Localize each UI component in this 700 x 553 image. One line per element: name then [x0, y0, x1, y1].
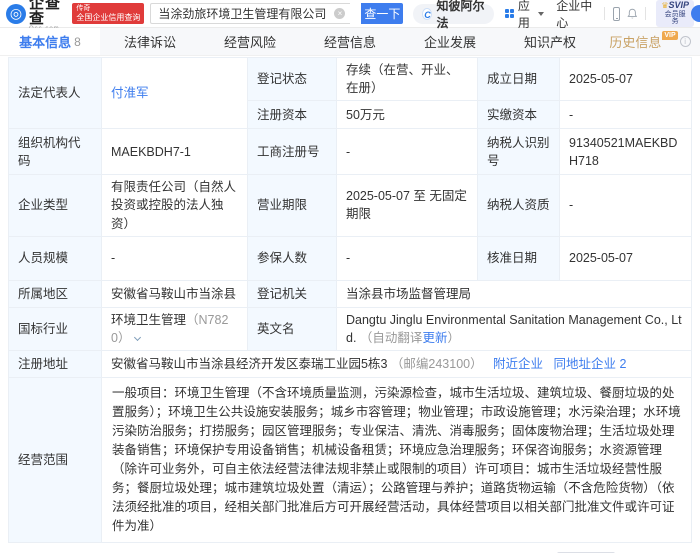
zhibi-alpha-button[interactable]: C 知彼阿尔法	[413, 0, 494, 30]
tab-legal-litigation[interactable]: 法律诉讼	[100, 28, 200, 55]
field-label-org-code: 组织机构代码	[8, 128, 102, 176]
field-value-industry: 环境卫生管理（N7820）	[101, 306, 248, 351]
field-label-biz-reg-no: 工商注册号	[247, 128, 337, 176]
slogan-badge: 传奇 全国企业信用查询	[72, 2, 145, 25]
field-value-biz-reg-no: -	[336, 128, 478, 176]
divider	[645, 7, 647, 20]
search-bar: × 查一下	[150, 3, 404, 24]
field-label-legal-rep: 法定代表人	[8, 56, 102, 130]
company-info-table: 法定代表人 付淮军 登记状态 存续（在营、开业、在册） 成立日期 2025-05…	[8, 56, 692, 543]
translate-update-link[interactable]: 更新	[422, 331, 447, 345]
shareholders-section-header: 股东信息 1 i x 导出 ◎ 企查查	[0, 543, 700, 553]
field-label-taxpayer-id: 纳税人识别号	[477, 128, 560, 176]
field-value-reg-status: 存续（在营、开业、在册）	[336, 56, 478, 102]
vip-badge: VIP	[662, 31, 678, 40]
tab-label: 经营风险	[223, 35, 276, 50]
chevron-down-icon[interactable]	[134, 333, 142, 341]
field-value-insured-count: -	[336, 235, 478, 281]
tab-history-info[interactable]: 历史信息 VIP i	[600, 28, 700, 55]
field-value-region: 安徽省马鞍山市当涂县	[101, 279, 248, 308]
field-label-reg-capital: 注册资本	[247, 100, 337, 130]
tab-intellectual-property[interactable]: 知识产权	[500, 28, 600, 55]
zhibi-alpha-label: 知彼阿尔法	[436, 0, 485, 30]
legal-rep-link[interactable]: 付淮军	[111, 86, 149, 100]
en-name-note: （自动翻译	[359, 330, 423, 345]
nearby-companies-link[interactable]: 附近企业	[493, 357, 543, 371]
field-label-region: 所属地区	[8, 279, 102, 308]
field-value-address: 安徽省马鞍山市当涂县经济开发区泰瑞工业园5栋3 （邮编243100） 附近企业 …	[101, 349, 692, 378]
qcc-logo-icon[interactable]: ◎	[6, 3, 26, 24]
field-label-taxpayer-qual: 纳税人资质	[477, 174, 560, 237]
search-button[interactable]: 查一下	[361, 3, 404, 24]
tab-count: 8	[74, 34, 81, 49]
tab-basic-info[interactable]: 基本信息 8	[0, 28, 100, 55]
field-label-company-type: 企业类型	[8, 174, 102, 237]
chevron-down-icon	[538, 11, 545, 16]
field-value-en-name: Dangtu Jinglu Environmental Sanitation M…	[336, 306, 692, 351]
tab-label: 法律诉讼	[123, 35, 176, 50]
field-value-taxpayer-id: 91340521MAEKBDH718	[559, 128, 692, 176]
tab-label: 知识产权	[523, 35, 576, 50]
field-label-en-name: 英文名	[247, 306, 337, 351]
info-icon[interactable]: i	[679, 36, 691, 47]
address-text: 安徽省马鞍山市当涂县经济开发区泰瑞工业园5栋3	[111, 356, 388, 371]
field-label-paid-capital: 实缴资本	[477, 100, 560, 130]
field-label-estab-date: 成立日期	[477, 56, 560, 102]
field-value-company-type: 有限责任公司（自然人投资或控股的法人独资）	[101, 174, 248, 237]
svip-label: SVIP	[668, 0, 689, 10]
field-label-scope: 经营范围	[8, 376, 102, 543]
tab-operation-risk[interactable]: 经营风险	[200, 28, 300, 55]
apps-menu[interactable]: 应用	[504, 0, 545, 31]
field-label-reg-authority: 登记机关	[247, 279, 337, 308]
slogan-line2: 全国企业信用查询	[76, 12, 141, 22]
industry-name: 环境卫生管理	[111, 312, 187, 327]
tab-label: 历史信息	[609, 35, 662, 50]
qcc-logo[interactable]: 企查查 Qcc.com	[29, 0, 68, 32]
tab-label: 企业发展	[423, 35, 476, 50]
search-input[interactable]	[150, 3, 351, 24]
field-value-legal-rep: 付淮军	[101, 56, 248, 130]
zhibi-alpha-icon: C	[422, 7, 433, 20]
field-value-biz-term: 2025-05-07 至 无固定期限	[336, 174, 478, 237]
field-value-taxpayer-qual: -	[559, 174, 692, 237]
field-label-reg-status: 登记状态	[247, 56, 337, 102]
tab-label: 基本信息	[19, 35, 72, 50]
mobile-app-icon[interactable]	[612, 6, 621, 21]
field-label-approval-date: 核准日期	[477, 235, 560, 281]
apps-grid-icon	[504, 8, 514, 19]
field-label-industry: 国标行业	[8, 306, 102, 351]
top-navigation-bar: ◎ 企查查 Qcc.com 传奇 全国企业信用查询 × 查一下 C 知彼阿尔法 …	[0, 0, 700, 32]
enterprise-center-link[interactable]: 企业中心	[556, 0, 595, 31]
field-value-paid-capital: -	[559, 100, 692, 130]
tab-label: 经营信息	[323, 35, 376, 50]
qcc-logo-text: 企查查	[29, 0, 62, 27]
divider	[603, 7, 605, 20]
en-name-note-close: ）	[447, 330, 460, 345]
field-value-org-code: MAEKBDH7-1	[101, 128, 248, 176]
field-label-biz-term: 营业期限	[247, 174, 337, 237]
postal-code: （邮编243100）	[390, 356, 483, 371]
field-value-scope: 一般项目：环境卫生管理（不含环境质量监测，污染源检查，城市生活垃圾、建筑垃圾、餐…	[101, 376, 692, 543]
slogan-line1: 传奇	[76, 4, 91, 12]
section-tabbar: 基本信息 8 法律诉讼 经营风险 经营信息 企业发展 知识产权 历史信息 VIP…	[0, 28, 700, 56]
field-label-address: 注册地址	[8, 349, 102, 378]
svip-member-badge[interactable]: ♛SVIP 会员服务	[656, 0, 694, 28]
field-value-staff-size: -	[101, 235, 248, 281]
field-value-reg-authority: 当涂县市场监督管理局	[336, 279, 692, 308]
notification-bell-icon[interactable]	[627, 7, 638, 21]
field-label-staff-size: 人员规模	[8, 235, 102, 281]
field-value-reg-capital: 50万元	[336, 100, 478, 130]
tab-company-development[interactable]: 企业发展	[400, 28, 500, 55]
field-label-insured-count: 参保人数	[247, 235, 337, 281]
field-value-approval-date: 2025-05-07	[559, 235, 692, 281]
svip-sub-label: 会员服务	[664, 10, 686, 26]
field-value-estab-date: 2025-05-07	[559, 56, 692, 102]
apps-label: 应用	[517, 0, 530, 30]
tab-operation-info[interactable]: 经营信息	[300, 28, 400, 55]
same-address-companies-link[interactable]: 同地址企业 2	[553, 357, 626, 371]
